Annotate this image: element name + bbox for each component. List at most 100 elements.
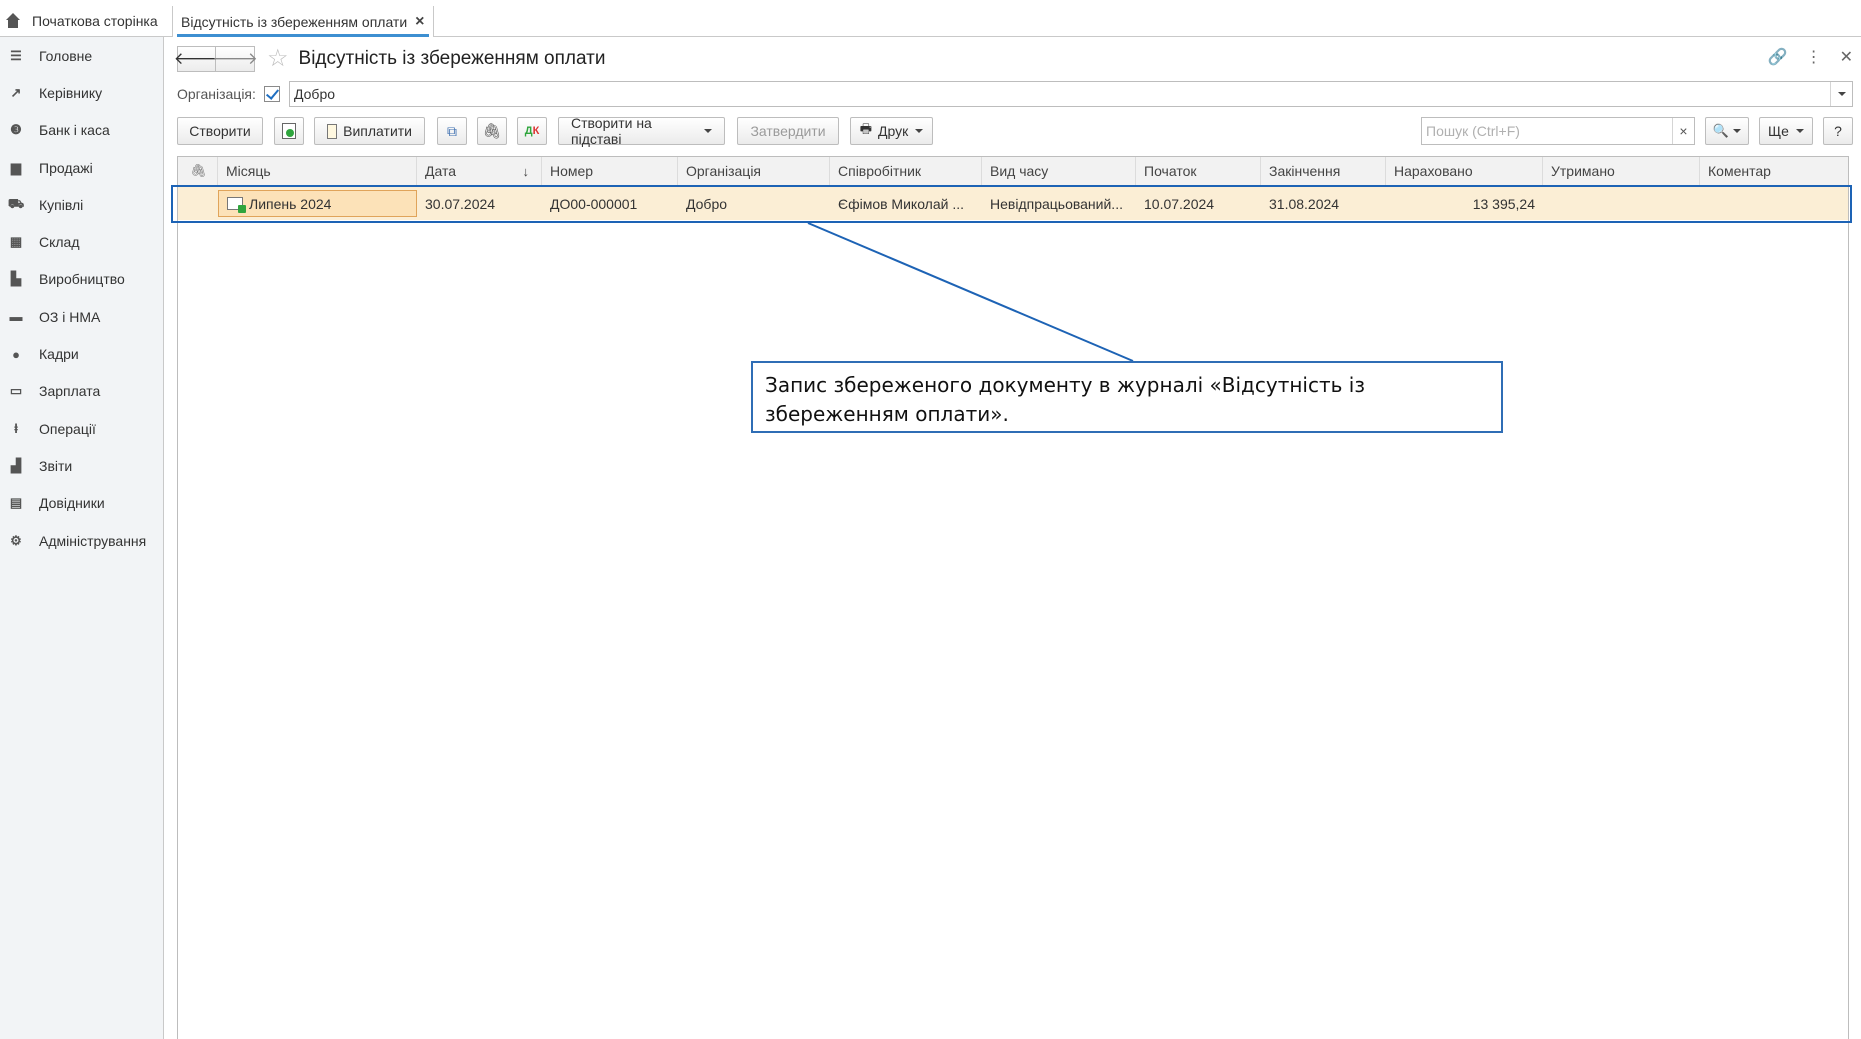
sidebar-item-purchases[interactable]: ⛟ Купівлі <box>0 186 163 223</box>
column-header[interactable]: Нараховано <box>1386 157 1543 185</box>
sidebar-item-salary[interactable]: ▭ Зарплата <box>0 373 163 410</box>
column-header-label: Співробітник <box>838 163 922 179</box>
sidebar: ☰ Головне ↗ Керівнику ❸ Банк і каса ▆ Продаж… <box>0 37 164 1039</box>
back-button[interactable]: 🡐 <box>174 46 219 72</box>
paperclip-icon: 🖇 <box>190 163 207 178</box>
sidebar-item-reports[interactable]: ▟ Звіти <box>0 447 163 484</box>
home-icon <box>4 13 22 29</box>
column-header[interactable]: Номер <box>542 157 678 185</box>
create-button-label: Створити <box>189 123 251 139</box>
close-tab-icon[interactable]: × <box>415 13 424 31</box>
chevron-down-icon <box>704 129 712 133</box>
column-header-label: Початок <box>1144 163 1197 179</box>
favorite-star-icon[interactable]: ☆ <box>267 47 289 71</box>
search-field[interactable]: Пошук (Ctrl+F) × <box>1421 117 1695 145</box>
link-icon[interactable]: 🔗 <box>1768 47 1788 67</box>
sidebar-item-production[interactable]: ▙ Виробництво <box>0 261 163 298</box>
create-based-on-button[interactable]: Створити на підставі <box>558 115 725 147</box>
sidebar-item-sales[interactable]: ▆ Продажі <box>0 149 163 186</box>
sidebar-item-operations[interactable]: ⱡ Операції <box>0 410 163 447</box>
search-input[interactable]: Пошук (Ctrl+F) <box>1426 123 1520 139</box>
dtkt-icon: ⱡ <box>14 421 18 437</box>
print-button-label: Друк <box>878 123 909 139</box>
highlight-frame <box>171 185 1852 223</box>
column-header[interactable]: Утримано <box>1543 157 1700 185</box>
print-button[interactable]: 🖶 Друк <box>850 117 933 145</box>
column-header-label: Організація <box>686 163 762 179</box>
create-based-label: Створити на підставі <box>571 115 652 147</box>
sidebar-item-hr[interactable]: ● Кадри <box>0 335 163 372</box>
copy-create-button[interactable] <box>274 117 304 145</box>
paperclip-icon: 🖇 <box>482 123 502 140</box>
sort-down-icon: ↓ <box>522 163 530 179</box>
column-header-label: Дата <box>425 163 457 179</box>
sidebar-item-main[interactable]: ☰ Головне <box>0 37 163 74</box>
warehouse-icon: ▦ <box>9 234 23 250</box>
tab-absence-paid[interactable]: Відсутність із збереженням оплати × <box>172 6 434 37</box>
forward-button[interactable]: 🡒 <box>212 46 258 72</box>
approve-button-label: Затвердити <box>750 123 826 139</box>
sidebar-item-warehouse[interactable]: ▦ Склад <box>0 223 163 260</box>
sidebar-item-assets[interactable]: ▬ ОЗ і НМА <box>0 298 163 335</box>
column-header-label: Коментар <box>1708 163 1771 179</box>
tab-home[interactable]: Початкова сторінка <box>0 6 158 36</box>
sidebar-item-label: Операції <box>39 420 96 437</box>
organization-field[interactable]: Добро <box>289 81 1853 107</box>
column-header[interactable]: Вид часу <box>982 157 1136 185</box>
help-button-label: ? <box>1834 123 1842 139</box>
sidebar-item-label: Звіти <box>39 457 73 474</box>
dt-kt-button[interactable]: ДК <box>517 117 547 145</box>
person-icon: ● <box>12 346 20 362</box>
menu-icon: ☰ <box>10 47 22 63</box>
printer-icon: 🖶 <box>859 121 873 136</box>
attachments-column-header[interactable]: 🖇 <box>178 157 218 185</box>
chevron-down-icon <box>1837 92 1846 96</box>
callout-annotation: Запис збереженого документу в журналі «В… <box>751 361 1503 433</box>
attach-button[interactable]: 🖇 <box>477 117 507 145</box>
structure-button[interactable]: ⧉ <box>437 117 467 145</box>
organization-dropdown-button[interactable] <box>1830 82 1852 106</box>
search-options-button[interactable]: 🔍 <box>1705 117 1749 145</box>
column-header[interactable]: Дата ↓ <box>417 157 542 185</box>
chevron-down-icon <box>915 129 924 133</box>
trend-icon: ↗ <box>10 84 22 100</box>
column-header-label: Номер <box>550 163 594 179</box>
dt-kt-icon: ДК <box>524 125 540 137</box>
column-header[interactable]: Коментар <box>1700 157 1850 185</box>
column-header[interactable]: Місяць <box>218 157 417 185</box>
truck-icon: ▬ <box>9 309 23 325</box>
factory-icon: ▙ <box>11 271 21 287</box>
tab-bar: Початкова сторінка Відсутність із збереж… <box>0 0 1861 37</box>
sidebar-item-admin[interactable]: ⚙ Адміністрування <box>0 522 163 559</box>
create-button[interactable]: Створити <box>177 117 263 145</box>
column-header[interactable]: Організація <box>678 157 830 185</box>
more-button-label: Ще <box>1768 123 1789 139</box>
column-header[interactable]: Співробітник <box>830 157 982 185</box>
documents-table: 🖇 Місяць Дата ↓ Номер Організація Співроб… <box>177 156 1849 1039</box>
organization-checkbox[interactable] <box>263 86 280 102</box>
clear-search-icon[interactable]: × <box>1672 118 1694 144</box>
sidebar-item-label: Продажі <box>39 159 93 176</box>
close-icon[interactable]: ✕ <box>1840 47 1853 67</box>
toolbar: Створити Виплатити ⧉ 🖇 ДК Створити на пі… <box>177 115 1853 147</box>
more-vertical-icon[interactable]: ⋮ <box>1806 47 1822 67</box>
sidebar-item-directories[interactable]: ▤ Довідники <box>0 485 163 522</box>
pay-document-icon <box>327 123 338 139</box>
column-header[interactable]: Початок <box>1136 157 1261 185</box>
sidebar-item-label: Зарплата <box>39 383 101 400</box>
help-button[interactable]: ? <box>1823 117 1853 145</box>
more-button[interactable]: Ще <box>1759 117 1813 145</box>
bar-chart-icon: ▟ <box>11 457 21 473</box>
sidebar-item-label: Купівлі <box>39 196 84 213</box>
add-document-icon <box>282 123 296 139</box>
tab-active-label: Відсутність із збереженням оплати <box>181 13 408 30</box>
table-header: 🖇 Місяць Дата ↓ Номер Організація Співроб… <box>178 157 1848 186</box>
approve-button[interactable]: Затвердити <box>737 117 839 145</box>
sidebar-item-bank[interactable]: ❸ Банк і каса <box>0 112 163 149</box>
column-header[interactable]: Закінчення <box>1261 157 1386 185</box>
column-header-label: Місяць <box>226 163 271 179</box>
pay-button[interactable]: Виплатити <box>314 117 425 145</box>
sidebar-item-manager[interactable]: ↗ Керівнику <box>0 74 163 111</box>
organization-label: Організація: <box>177 86 256 102</box>
books-icon: ▤ <box>9 495 23 511</box>
